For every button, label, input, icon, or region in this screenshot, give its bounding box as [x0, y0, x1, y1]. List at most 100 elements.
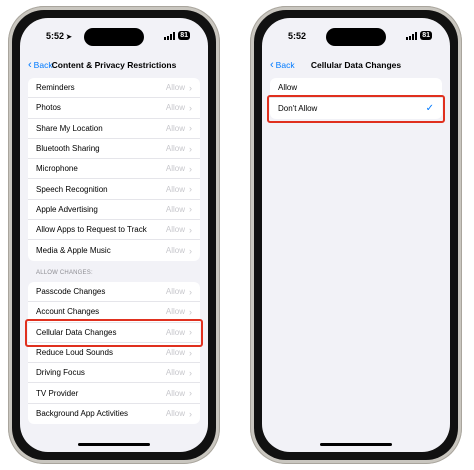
settings-row[interactable]: Reminders Allow ›: [28, 78, 200, 99]
row-value: Allow ›: [166, 287, 192, 297]
row-value-text: Allow: [165, 246, 185, 256]
settings-row[interactable]: Cellular Data Changes Allow ›: [28, 323, 200, 343]
row-label: Reduce Loud Sounds: [36, 348, 113, 358]
phone-bezel: 5:52 ➤ 81 ‹ Back Content & Privacy Restri…: [12, 10, 216, 460]
chevron-right-icon: ›: [189, 408, 192, 419]
chevron-right-icon: ›: [189, 327, 192, 338]
row-value: Allow ›: [166, 307, 192, 317]
row-value: Allow ›: [166, 144, 192, 154]
row-value-text: Allow: [165, 164, 185, 174]
options-list: Allow Don't Allow ✓: [270, 78, 442, 119]
row-label: Driving Focus: [36, 368, 85, 378]
settings-group-allow-changes: Passcode Changes Allow › Account Changes All…: [28, 282, 200, 425]
status-indicators: 81: [406, 31, 432, 40]
row-label: Apple Advertising: [36, 204, 98, 214]
settings-row[interactable]: Account Changes Allow ›: [28, 302, 200, 323]
row-value-text: Allow: [165, 409, 185, 419]
row-value-text: Allow: [165, 123, 185, 133]
option-row[interactable]: Allow: [270, 78, 442, 99]
chevron-right-icon: ›: [189, 245, 192, 256]
chevron-right-icon: ›: [189, 204, 192, 215]
settings-row[interactable]: Driving Focus Allow ›: [28, 363, 200, 384]
dynamic-island: [326, 28, 386, 46]
row-label: Passcode Changes: [36, 287, 106, 297]
row-label: Allow Apps to Request to Track: [36, 225, 147, 235]
row-value: Allow ›: [166, 368, 192, 378]
row-label: TV Provider: [36, 388, 79, 398]
row-value-text: Allow: [165, 287, 185, 297]
chevron-right-icon: ›: [189, 184, 192, 195]
section-header: ALLOW CHANGES:: [36, 270, 93, 276]
settings-row[interactable]: Allow Apps to Request to Track Allow ›: [28, 220, 200, 241]
settings-row[interactable]: Passcode Changes Allow ›: [28, 282, 200, 303]
row-value-text: Allow: [165, 103, 185, 113]
battery-icon: 81: [420, 31, 432, 40]
row-label: Share My Location: [36, 123, 103, 133]
row-label: Media & Apple Music: [36, 246, 111, 256]
row-value: Allow ›: [166, 184, 192, 194]
settings-group-apps: Reminders Allow › Photos Allow › Share My Loca…: [28, 78, 200, 261]
chevron-right-icon: ›: [189, 143, 192, 154]
home-indicator: [320, 443, 392, 446]
row-label: Speech Recognition: [36, 184, 108, 194]
chevron-right-icon: ›: [189, 286, 192, 297]
status-time: 5:52: [288, 31, 307, 41]
settings-row[interactable]: Background App Activities Allow ›: [28, 404, 200, 424]
settings-row[interactable]: Share My Location Allow ›: [28, 119, 200, 139]
settings-row[interactable]: Speech Recognition Allow ›: [28, 179, 200, 200]
chevron-right-icon: ›: [189, 224, 192, 235]
row-value-text: Allow: [165, 204, 185, 214]
row-value-text: Allow: [165, 307, 185, 317]
settings-row[interactable]: Photos Allow ›: [28, 98, 200, 119]
settings-row[interactable]: Microphone Allow ›: [28, 159, 200, 180]
nav-bar: ‹ Back Content & Privacy Restrictions: [20, 56, 208, 76]
row-label: Account Changes: [36, 307, 100, 317]
chevron-right-icon: ›: [189, 347, 192, 358]
chevron-right-icon: ›: [189, 163, 192, 174]
page-title: Cellular Data Changes: [310, 60, 402, 70]
row-value-text: Allow: [165, 327, 185, 337]
row-value: Allow ›: [166, 225, 192, 235]
row-value-text: Allow: [165, 348, 185, 358]
row-value-text: Allow: [165, 83, 185, 93]
row-value: Allow ›: [166, 246, 192, 256]
status-indicators: 81: [164, 31, 190, 40]
cellular-signal-icon: [406, 31, 418, 40]
settings-row[interactable]: Bluetooth Sharing Allow ›: [28, 139, 200, 160]
row-value: Allow ›: [166, 348, 192, 358]
row-value-text: Allow: [165, 225, 185, 235]
row-value-text: Allow: [165, 184, 185, 194]
settings-row[interactable]: Reduce Loud Sounds Allow ›: [28, 343, 200, 364]
row-value: Allow ›: [166, 388, 192, 398]
chevron-right-icon: ›: [189, 82, 192, 93]
row-value-text: Allow: [165, 368, 185, 378]
settings-row[interactable]: TV Provider Allow ›: [28, 383, 200, 404]
chevron-right-icon: ›: [189, 306, 192, 317]
chevron-right-icon: ›: [189, 367, 192, 378]
home-indicator: [78, 443, 150, 446]
dynamic-island: [84, 28, 144, 46]
row-label: Bluetooth Sharing: [36, 144, 100, 154]
row-value: Allow ›: [166, 83, 192, 93]
phone-bezel: 5:52 81 ‹ Back Cellular Data Changes All…: [254, 10, 458, 460]
row-value: Allow ›: [166, 123, 192, 133]
row-label: Photos: [36, 103, 61, 113]
chevron-right-icon: ›: [189, 388, 192, 399]
phone-left: 5:52 ➤ 81 ‹ Back Content & Privacy Restri…: [8, 6, 220, 464]
row-value: Allow ›: [166, 164, 192, 174]
checkmark-icon: ✓: [425, 102, 434, 114]
row-value: Allow ›: [166, 204, 192, 214]
row-label: Reminders: [36, 83, 75, 93]
cellular-signal-icon: [164, 31, 176, 40]
chevron-right-icon: ›: [189, 123, 192, 134]
row-label: Background App Activities: [36, 409, 129, 419]
option-row[interactable]: Don't Allow ✓: [270, 98, 442, 118]
settings-row[interactable]: Apple Advertising Allow ›: [28, 200, 200, 221]
settings-row[interactable]: Media & Apple Music Allow ›: [28, 240, 200, 260]
option-label: Allow: [278, 83, 298, 93]
option-label: Don't Allow: [278, 103, 318, 113]
phone-right: 5:52 81 ‹ Back Cellular Data Changes All…: [250, 6, 462, 464]
location-arrow-icon: ➤: [66, 34, 72, 41]
row-value-text: Allow: [165, 144, 185, 154]
battery-icon: 81: [178, 31, 190, 40]
